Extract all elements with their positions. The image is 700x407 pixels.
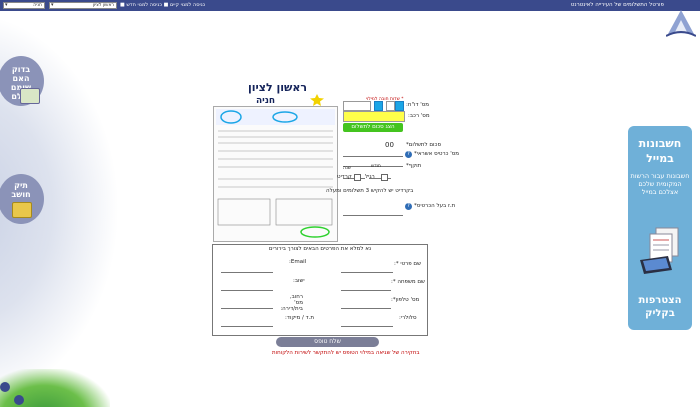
car-number-label: מס' רכב: [408,113,430,119]
last-name-label: שם משפחה *: [391,279,425,285]
expiry-month-hint: חודש [371,164,381,169]
email-label: Email: [289,259,307,265]
city-name: ראשון לציון [248,81,307,94]
banner-title: חשבונות במייל [638,137,682,165]
zip-input[interactable] [221,319,273,327]
send-form-button[interactable]: שלח טופס [276,337,379,347]
last-name-input[interactable] [341,283,391,291]
mail-icon[interactable] [14,395,24,405]
top-bar: פורטל התשלומים של העירייה לאינטרנט כניסה… [0,0,700,11]
id-help-icon[interactable]: ? [405,203,412,210]
card-help-icon[interactable]: ? [405,151,412,158]
contact-form: נא למלא את הפרטים הבאים לצורך בירורים שם… [212,244,428,336]
street-label: רחוב, מס' בית/דירה: [280,294,303,312]
report-number-part2[interactable] [374,101,383,111]
id-label: ת.ז בעל הכרטיס* [414,203,456,209]
existing-subscriber-link[interactable]: כניסה למנוי קיים [170,2,205,8]
star-icon [310,94,324,106]
street-input[interactable] [221,301,273,309]
service-select[interactable]: חניה [3,2,45,9]
credit-label: קרדיט [337,174,352,180]
email-input[interactable] [221,265,273,273]
regular-label: רגיל [365,174,375,180]
portal-title: פורטל התשלומים של העירייה לאינטרנט [570,2,664,8]
report-number-label: מס' דו"ח: [406,102,430,108]
banner-subtitle: חשבונות עבור הרשות המקומית שלכם אצלכם במ… [630,172,690,196]
city-logo-icon[interactable] [666,4,696,38]
print-icon[interactable] [0,382,10,392]
card-number-label: מס' כרטיס אשראי* [414,151,460,157]
report-number-part3[interactable] [386,101,395,111]
banner-join: הצטרפות בקליק [638,295,682,319]
amount-field [343,149,403,157]
zip-label: ת.ד / מיקוד: [285,315,314,321]
first-name-label: שם פרטי *: [394,261,421,267]
balance-bubble[interactable]: תיק חושב [0,174,44,224]
mobile-input[interactable] [341,319,393,327]
car-number-input[interactable] [343,111,405,122]
new-subscriber-link[interactable]: כניסה למנוי חדש [126,2,162,8]
city-select[interactable]: ראשון לציון [49,2,117,9]
top-links: כניסה למנוי קיים ■ כניסה למנוי חדש ■ [120,2,205,8]
city-input[interactable] [221,283,273,291]
first-name-input[interactable] [341,265,393,273]
report-number-part4[interactable] [395,101,404,111]
amount-value: 00 [385,141,394,149]
balance-label: תיק חושב [11,181,31,199]
phone-input[interactable] [341,301,391,309]
check-paid-bubble[interactable]: בדוק האם שומם שולם [0,56,44,106]
calculate-amount-button[interactable]: הצג סכום לתשלום [343,123,403,132]
expiry-label: תוקף* [406,163,422,169]
bullet-icon: ■ [162,2,169,8]
phone-label: מס' טלפון*: [391,297,420,303]
bullet-icon: ■ [120,2,125,8]
parking-ticket-sample [213,106,338,242]
report-number-part1[interactable] [343,101,371,111]
ticket-illustration [216,109,335,238]
amount-label: סכום לתשלום* [406,142,442,148]
city-label: ישוב: [293,278,305,284]
service-name: חניה [256,96,276,106]
email-bills-banner[interactable]: חשבונות במייל חשבונות עבור הרשות המקומית… [628,126,692,330]
credit-checkbox[interactable] [354,174,361,181]
folder-icon [12,202,32,218]
invoice-check-icon [20,88,40,104]
contact-form-header: נא למלא את הפרטים הבאים לצורך בירורים [268,246,372,252]
payments-note: בקרדיט יש להקיש 3 תשלומים ומעלה [326,188,414,194]
id-input[interactable] [343,208,403,216]
bottom-note: בחקירה של שגיאה במילוי הטופס יש להתקשר ל… [272,350,420,356]
regular-checkbox[interactable] [381,174,388,181]
mobile-label: סלולרי: [399,315,417,321]
laptop-documents-icon [640,227,679,274]
